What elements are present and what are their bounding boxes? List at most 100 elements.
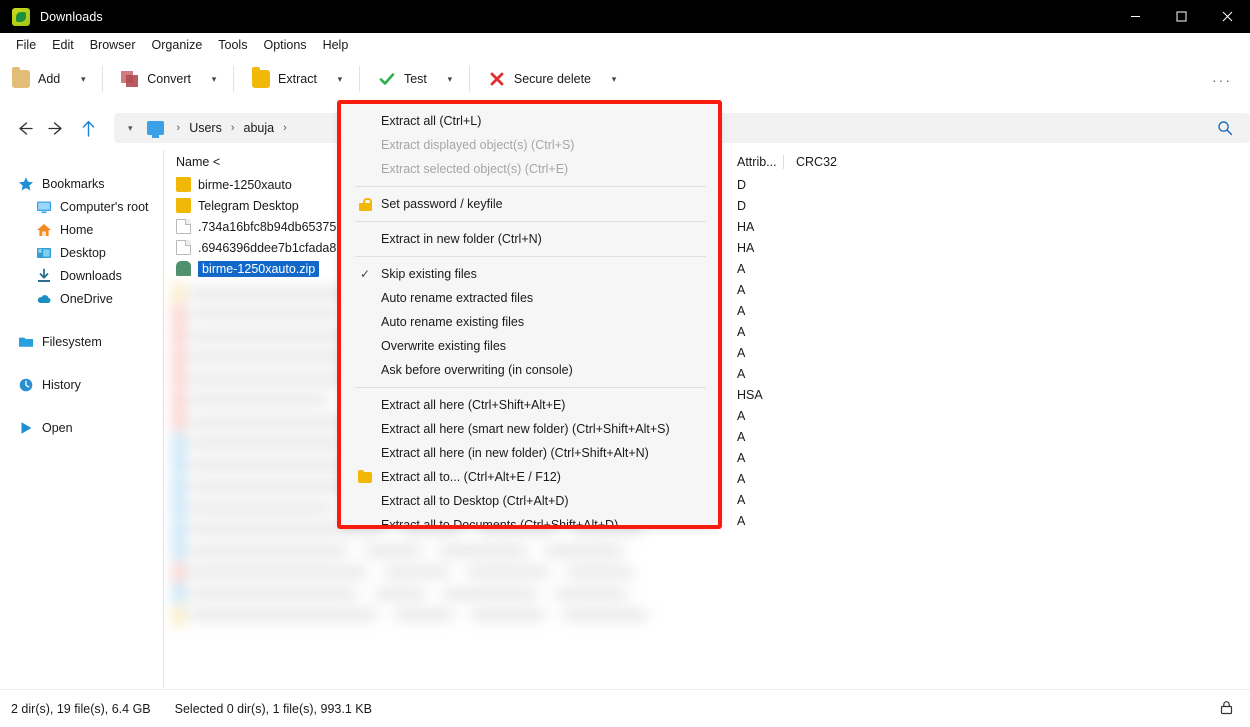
lock-icon[interactable] [1219,700,1234,718]
close-icon[interactable] [1204,0,1250,33]
sidebar-item-desktop[interactable]: Desktop [0,241,163,264]
menu-file[interactable]: File [8,36,44,54]
file-name-text: .734a16bfc8b94db65375 [198,220,336,234]
file-name-text: birme-1250xauto.zip [198,261,319,277]
status-counts: 2 dir(s), 19 file(s), 6.4 GB [0,702,151,716]
menu-organize[interactable]: Organize [144,36,211,54]
cloud-icon [36,291,52,307]
menu-item-auto-rename-existing[interactable]: Auto rename existing files [341,310,718,334]
menu-separator [355,387,706,388]
test-dropdown-caret-icon[interactable]: ▾ [437,63,463,95]
toolbar-group-test: Test ▾ [366,62,463,96]
desktop-icon [36,245,52,261]
extract-button[interactable]: Extract [240,63,327,95]
sidebar-label: History [42,378,81,392]
breadcrumb-users[interactable]: Users [189,121,222,135]
menu-item-extract-all-here-smart-new-folder[interactable]: Extract all here (smart new folder) (Ctr… [341,417,718,441]
up-arrow-icon[interactable] [72,112,104,144]
menu-item-extract-in-new-folder[interactable]: Extract in new folder (Ctrl+N) [341,227,718,251]
menu-item-auto-rename-extracted[interactable]: Auto rename extracted files [341,286,718,310]
folder-icon [176,198,191,213]
computer-icon [36,199,52,215]
menu-help[interactable]: Help [315,36,357,54]
menu-item-label: Extract all here (in new folder) (Ctrl+S… [381,446,718,460]
breadcrumb-separator: › [224,122,242,134]
column-header-crc32[interactable]: CRC32 [783,155,903,169]
column-header-attrib[interactable]: Attrib... [725,155,783,169]
file-attrib-cell: D [725,178,783,192]
menu-item-extract-selected: Extract selected object(s) (Ctrl+E) [341,157,718,181]
menu-item-label: Auto rename existing files [381,315,718,329]
sidebar-item-home[interactable]: Home [0,218,163,241]
menu-item-extract-all-here[interactable]: Extract all here (Ctrl+Shift+Alt+E) [341,393,718,417]
menu-gutter [355,198,375,211]
convert-button-label: Convert [147,72,191,86]
history-clock-icon [18,377,34,393]
menu-item-extract-all-to[interactable]: Extract all to... (Ctrl+Alt+E / F12) [341,465,718,489]
toolbar-group-extract: Extract ▾ [240,62,353,96]
computer-icon[interactable] [147,121,164,135]
menu-separator [355,256,706,257]
menu-browser[interactable]: Browser [82,36,144,54]
menu-item-label: Overwrite existing files [381,339,718,353]
menu-item-extract-all-to-desktop[interactable]: Extract all to Desktop (Ctrl+Alt+D) [341,489,718,513]
test-button-label: Test [404,72,427,86]
toolbar-group-add: Add ▾ [0,62,96,96]
sidebar-item-downloads[interactable]: Downloads [0,264,163,287]
back-arrow-icon[interactable] [8,112,40,144]
extract-dropdown-caret-icon[interactable]: ▾ [327,63,353,95]
menu-item-set-password[interactable]: Set password / keyfile [341,192,718,216]
menu-item-label: Extract all here (Ctrl+Shift+Alt+E) [381,398,718,412]
download-icon [36,268,52,284]
menu-bar: File Edit Browser Organize Tools Options… [0,33,1250,57]
file-attrib-cell: HA [725,241,783,255]
test-button[interactable]: Test [366,63,437,95]
sidebar-label: Open [42,421,73,435]
extract-button-label: Extract [278,72,317,86]
convert-button[interactable]: Convert [109,63,201,95]
secure-delete-button[interactable]: Secure delete [476,63,601,95]
archive-icon [176,261,191,276]
menu-gutter [355,472,375,483]
menu-item-skip-existing-files[interactable]: ✓ Skip existing files [341,262,718,286]
file-attrib-cell: HA [725,220,783,234]
sidebar-label: Bookmarks [42,177,105,191]
menu-item-overwrite-existing[interactable]: Overwrite existing files [341,334,718,358]
sidebar-item-onedrive[interactable]: OneDrive [0,287,163,310]
breadcrumb-abuja[interactable]: abuja [244,121,275,135]
menu-edit[interactable]: Edit [44,36,82,54]
search-icon[interactable] [1208,113,1242,143]
checkmark-icon [378,70,396,88]
title-bar: Downloads [0,0,1250,33]
menu-item-label: Auto rename extracted files [381,291,718,305]
sidebar-item-open[interactable]: Open [0,416,163,439]
toolbar-overflow-button[interactable]: ··· [1212,57,1232,102]
menu-item-ask-before-overwriting[interactable]: Ask before overwriting (in console) [341,358,718,382]
menu-options[interactable]: Options [255,36,314,54]
menu-item-extract-all-here-in-new-folder[interactable]: Extract all here (in new folder) (Ctrl+S… [341,441,718,465]
add-button[interactable]: Add [0,63,70,95]
menu-item-extract-all-to-documents[interactable]: Extract all to Documents (Ctrl+Shift+Alt… [341,513,718,525]
menu-item-label: Set password / keyfile [381,197,718,211]
sidebar-item-bookmarks[interactable]: Bookmarks [0,172,163,195]
forward-arrow-icon[interactable] [40,112,72,144]
sidebar-spacer [0,353,163,373]
menu-tools[interactable]: Tools [210,36,255,54]
chevron-down-icon[interactable]: ▾ [120,123,141,134]
add-dropdown-caret-icon[interactable]: ▾ [70,63,96,95]
menu-item-label: Extract in new folder (Ctrl+N) [381,232,718,246]
sidebar-item-filesystem[interactable]: Filesystem [0,330,163,353]
sidebar-label: Desktop [60,246,106,260]
menu-item-extract-all[interactable]: Extract all (Ctrl+L) [341,109,718,133]
convert-dropdown-caret-icon[interactable]: ▾ [201,63,227,95]
minimize-icon[interactable] [1112,0,1158,33]
sidebar-item-history[interactable]: History [0,373,163,396]
menu-item-label: Extract all to... (Ctrl+Alt+E / F12) [381,470,718,484]
file-icon [176,219,191,234]
menu-item-label: Extract selected object(s) (Ctrl+E) [381,162,718,176]
toolbar-group-convert: Convert ▾ [109,62,227,96]
maximize-icon[interactable] [1158,0,1204,33]
secure-delete-dropdown-caret-icon[interactable]: ▾ [601,63,627,95]
menu-separator [355,186,706,187]
sidebar-item-computers-root[interactable]: Computer's root [0,195,163,218]
